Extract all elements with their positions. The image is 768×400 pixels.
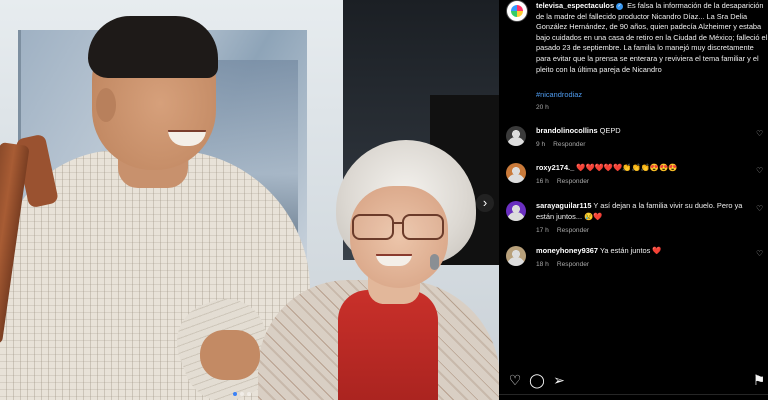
reply-button[interactable]: Responder	[553, 141, 585, 148]
comment-meta: 16 h Responder	[536, 178, 589, 185]
carousel-dots	[233, 392, 251, 396]
author-avatar[interactable]	[506, 0, 528, 22]
comment-time: 16 h	[536, 178, 549, 185]
comment-avatar[interactable]	[506, 126, 526, 146]
comment-body: brandolinocollins QEPD	[536, 126, 758, 137]
comment-username[interactable]: brandolinocollins	[536, 126, 598, 135]
comment-username[interactable]: moneyhoney9367	[536, 246, 598, 255]
caption-timestamp: 20 h	[536, 104, 549, 111]
heart-icon[interactable]: ♡	[507, 372, 523, 388]
post-caption: televisa_espectaculos ✓ Es falsa la infor…	[536, 1, 768, 75]
man-ear	[96, 88, 116, 122]
action-bar: ♡ ◯ ➢ ⚑	[507, 372, 766, 390]
panel-divider	[499, 394, 768, 395]
verified-badge-icon: ✓	[616, 2, 624, 10]
comment-time: 17 h	[536, 227, 549, 234]
comment-username[interactable]: sarayaguilar115	[536, 201, 591, 210]
reply-button[interactable]: Responder	[557, 261, 589, 268]
reply-button[interactable]: Responder	[557, 178, 589, 185]
paper-plane-icon[interactable]: ➢	[551, 372, 567, 388]
post-side-panel: televisa_espectaculos ✓ Es falsa la infor…	[499, 0, 768, 400]
woman-glasses	[352, 214, 448, 240]
man-hand	[200, 330, 260, 380]
comment-like-icon[interactable]: ♡	[756, 250, 764, 258]
chevron-right-icon: ›	[482, 195, 488, 210]
comment-body: roxy2174._ ❤️❤️❤️❤️❤️👏👏👏😍😍😍	[536, 163, 758, 174]
comment-meta: 18 h Responder	[536, 261, 589, 268]
comment-icon[interactable]: ◯	[529, 372, 545, 388]
comment-avatar[interactable]	[506, 246, 526, 266]
comment-like-icon[interactable]: ♡	[756, 130, 764, 138]
comment-avatar[interactable]	[506, 163, 526, 183]
carousel-next-button[interactable]: ›	[476, 194, 494, 212]
comment-text: QEPD	[599, 126, 621, 135]
comment-meta: 17 h Responder	[536, 227, 589, 234]
bookmark-icon[interactable]: ⚑	[751, 372, 767, 388]
man-hair	[88, 16, 218, 78]
comment-avatar[interactable]	[506, 201, 526, 221]
comment-like-icon[interactable]: ♡	[756, 205, 764, 213]
carousel-dot	[247, 392, 251, 396]
comment-like-icon[interactable]: ♡	[756, 167, 764, 175]
hashtag-link[interactable]: #nicandrodiaz	[536, 90, 582, 99]
comment-time: 18 h	[536, 261, 549, 268]
author-username[interactable]: televisa_espectaculos	[536, 1, 614, 10]
comment-text: Ya están juntos ❤️	[599, 246, 662, 255]
caption-text: Es falsa la información de la desaparici…	[536, 1, 768, 74]
comment-time: 9 h	[536, 141, 546, 148]
comment-text: ❤️❤️❤️❤️❤️👏👏👏😍😍😍	[576, 163, 678, 172]
woman-earring	[430, 254, 439, 270]
woman-blouse	[338, 290, 438, 400]
reply-button[interactable]: Responder	[557, 227, 589, 234]
carousel-dot	[233, 392, 237, 396]
post-photo: ›	[0, 0, 499, 400]
comment-meta: 9 h Responder	[536, 141, 585, 148]
comment-body: moneyhoney9367 Ya están juntos ❤️	[536, 246, 758, 257]
carousel-dot	[240, 392, 244, 396]
comment-username[interactable]: roxy2174._	[536, 163, 574, 172]
comment-body: sarayaguilar115 Y así dejan a la familia…	[536, 201, 758, 222]
